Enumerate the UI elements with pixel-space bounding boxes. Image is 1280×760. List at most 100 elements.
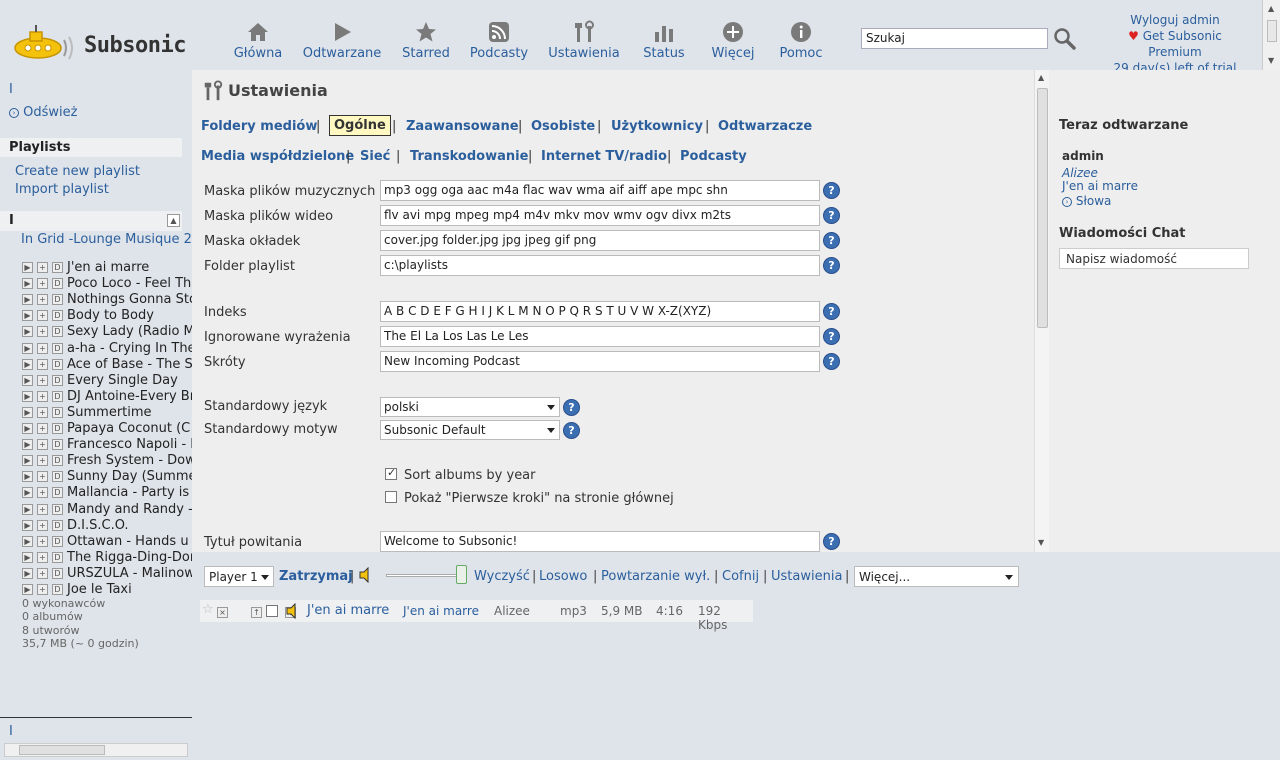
download-icon[interactable]: D xyxy=(52,567,63,579)
playlist-song-row[interactable]: ▶ + D Poco Loco - Feel Th xyxy=(22,276,192,292)
playlist-song-row[interactable]: ▶ + D J'en ai marre xyxy=(22,260,192,276)
collapse-icon[interactable]: ▲ xyxy=(167,214,180,227)
add-icon[interactable]: + xyxy=(37,439,48,451)
volume-icon[interactable] xyxy=(358,567,374,583)
download-icon[interactable]: D xyxy=(52,262,63,273)
help-icon[interactable]: ? xyxy=(823,207,840,224)
add-icon[interactable]: + xyxy=(37,374,48,386)
play-icon[interactable]: ▶ xyxy=(22,294,33,306)
add-icon[interactable]: + xyxy=(37,455,48,467)
nav-settings[interactable]: Ustawienia xyxy=(546,20,622,61)
main-scrollbar-thumb[interactable] xyxy=(1037,88,1048,328)
download-icon[interactable]: D xyxy=(52,455,63,467)
download-icon[interactable]: D xyxy=(52,519,63,531)
playlist-song-row[interactable]: ▶ + D Sexy Lady (Radio M xyxy=(22,324,192,340)
stop-button[interactable]: Zatrzymaj xyxy=(279,569,353,584)
tab-general[interactable]: Ogólne xyxy=(329,115,391,136)
download-icon[interactable]: D xyxy=(52,439,63,451)
playlist-song-row[interactable]: ▶ + D Sunny Day (Summe xyxy=(22,469,192,485)
help-icon[interactable]: ? xyxy=(823,182,840,199)
import-playlist-link[interactable]: Import playlist xyxy=(15,182,109,197)
track-checkbox[interactable] xyxy=(266,605,278,617)
logout-link[interactable]: Wyloguj admin xyxy=(1100,12,1250,28)
download-icon[interactable]: D xyxy=(52,487,63,499)
add-icon[interactable]: + xyxy=(37,390,48,402)
search-button[interactable] xyxy=(1053,27,1077,51)
ignored-articles-input[interactable]: The El La Los Las Le Les xyxy=(380,326,820,347)
download-icon[interactable]: D xyxy=(52,294,63,306)
tab-network[interactable]: Sieć xyxy=(360,149,390,164)
playlist-song-row[interactable]: ▶ + D The Rigga-Ding-Dor xyxy=(22,550,192,566)
tab-podcasts[interactable]: Podcasty xyxy=(680,149,747,164)
play-icon[interactable]: ▶ xyxy=(22,423,33,434)
nav-help[interactable]: Pomoc xyxy=(776,20,826,61)
nav-starred[interactable]: Starred xyxy=(400,20,452,61)
page-scrollbar[interactable]: ▲ ▼ xyxy=(1262,0,1280,70)
tab-advanced[interactable]: Zaawansowane xyxy=(406,119,519,134)
search-input[interactable]: Szukaj xyxy=(861,28,1048,49)
playlist-song-row[interactable]: ▶ + D Ottawan - Hands u xyxy=(22,534,192,550)
now-playing-artist[interactable]: Alizee xyxy=(1062,166,1098,180)
playlist-song-row[interactable]: ▶ + D Nothings Gonna Sto xyxy=(22,292,192,308)
help-icon[interactable]: ? xyxy=(563,422,580,439)
add-icon[interactable]: + xyxy=(37,326,48,338)
play-icon[interactable]: ▶ xyxy=(22,455,33,467)
playlist-song-row[interactable]: ▶ + D Papaya Coconut (C xyxy=(22,421,192,437)
left-bottom-marker[interactable]: I xyxy=(9,724,13,739)
play-icon[interactable]: ▶ xyxy=(22,519,33,531)
add-icon[interactable]: + xyxy=(37,294,48,306)
play-icon[interactable]: ▶ xyxy=(22,487,33,499)
track-album[interactable]: J'en ai marre xyxy=(403,604,479,618)
current-playlist-name[interactable]: In Grid -Lounge Musique 20 xyxy=(21,232,192,247)
playlist-song-row[interactable]: ▶ + D Joe le Taxi xyxy=(22,582,192,598)
add-icon[interactable]: + xyxy=(37,310,48,322)
help-icon[interactable]: ? xyxy=(823,353,840,370)
left-top-marker[interactable]: I xyxy=(9,82,13,97)
now-playing-song[interactable]: J'en ai marre xyxy=(1062,179,1138,193)
download-icon[interactable]: D xyxy=(52,326,63,338)
volume-slider[interactable] xyxy=(386,574,464,577)
download-icon[interactable]: D xyxy=(52,358,63,370)
scroll-down-icon[interactable]: ▼ xyxy=(1268,56,1274,65)
star-icon[interactable]: ☆ xyxy=(202,602,214,617)
playlist-song-row[interactable]: ▶ + D Fresh System - Dow xyxy=(22,453,192,469)
add-icon[interactable]: + xyxy=(37,342,48,354)
add-icon[interactable]: + xyxy=(37,278,48,290)
track-title[interactable]: J'en ai marre xyxy=(307,603,389,618)
download-icon[interactable]: D xyxy=(52,342,63,354)
download-icon[interactable]: D xyxy=(52,584,63,595)
play-icon[interactable]: ▶ xyxy=(22,551,33,563)
play-icon[interactable]: ▶ xyxy=(22,358,33,370)
play-icon[interactable]: ▶ xyxy=(22,374,33,386)
theme-select[interactable]: Subsonic Default xyxy=(380,420,560,440)
player-settings-link[interactable]: Ustawienia xyxy=(771,569,842,584)
playlist-song-row[interactable]: ▶ + D Every Single Day xyxy=(22,373,192,389)
page-scrollbar-thumb[interactable] xyxy=(1267,20,1277,42)
premium-link[interactable]: ♥ Get Subsonic Premium xyxy=(1100,28,1250,60)
playlist-song-row[interactable]: ▶ + D Summertime xyxy=(22,405,192,421)
help-icon[interactable]: ? xyxy=(563,399,580,416)
help-icon[interactable]: ? xyxy=(823,303,840,320)
sort-albums-checkbox[interactable] xyxy=(385,466,397,480)
download-icon[interactable]: D xyxy=(52,471,63,483)
playlist-song-row[interactable]: ▶ + D URSZULA - Malinow xyxy=(22,566,192,582)
clear-link[interactable]: Wyczyść xyxy=(474,569,530,584)
nav-status[interactable]: Status xyxy=(640,20,688,61)
playlist-song-row[interactable]: ▶ + D Mallancia - Party is xyxy=(22,485,192,501)
play-icon[interactable]: ▶ xyxy=(22,584,33,595)
tab-personal[interactable]: Osobiste xyxy=(531,119,595,134)
tab-transcoding[interactable]: Transkodowanie xyxy=(410,149,528,164)
tab-users[interactable]: Użytkownicy xyxy=(611,119,703,134)
add-icon[interactable]: + xyxy=(37,567,48,579)
more-select[interactable]: Więcej... xyxy=(854,566,1019,587)
video-mask-input[interactable]: flv avi mpg mpeg mp4 m4v mkv mov wmv ogv… xyxy=(380,205,820,226)
playlist-song-row[interactable]: ▶ + D Ace of Base - The S xyxy=(22,357,192,373)
scroll-up-icon[interactable]: ▲ xyxy=(1268,4,1274,13)
help-icon[interactable]: ? xyxy=(823,328,840,345)
download-icon[interactable]: D xyxy=(52,310,63,322)
scroll-up-icon[interactable]: ▲ xyxy=(1038,73,1044,82)
add-icon[interactable]: + xyxy=(37,519,48,531)
add-icon[interactable]: + xyxy=(37,487,48,499)
play-icon[interactable]: ▶ xyxy=(22,326,33,338)
help-icon[interactable]: ? xyxy=(823,533,840,550)
